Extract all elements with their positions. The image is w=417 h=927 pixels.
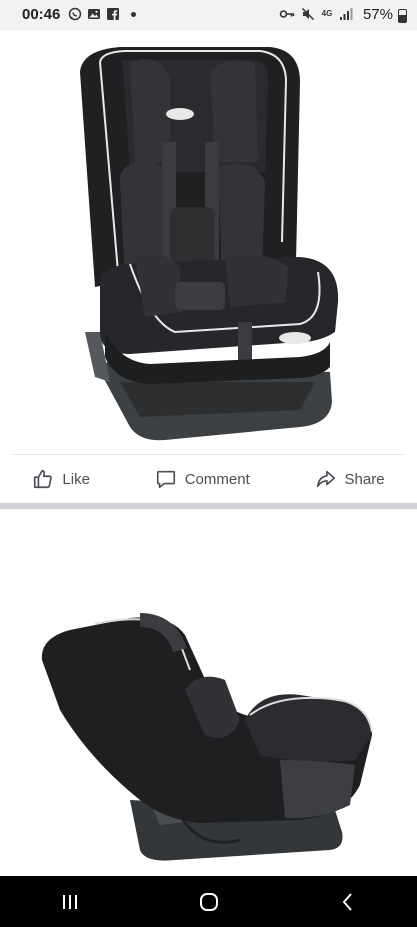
recent-apps-icon — [62, 894, 77, 909]
comment-label: Comment — [184, 470, 250, 488]
status-bar: 00:46 4G 57% — [0, 0, 417, 30]
post-photo-car-seat-front[interactable] — [0, 32, 417, 452]
like-button[interactable]: Like — [32, 468, 90, 490]
share-arrow-icon — [316, 470, 335, 488]
network-type: 4G — [321, 9, 333, 18]
status-icons-right: 4G — [279, 7, 353, 21]
status-icons-left — [68, 7, 136, 21]
back-chevron-icon — [342, 892, 352, 911]
post-separator — [0, 503, 417, 509]
post-action-bar: Like Comment Share — [0, 458, 417, 500]
status-time: 00:46 — [22, 6, 61, 23]
comment-bubble-icon — [156, 470, 175, 489]
share-button[interactable]: Share — [315, 468, 385, 490]
signal-icon — [340, 8, 353, 20]
home-button[interactable] — [179, 882, 239, 922]
post-photo-car-seat-side[interactable] — [0, 520, 417, 878]
action-divider — [12, 454, 405, 455]
whatsapp-icon — [68, 7, 82, 21]
comment-button[interactable]: Comment — [155, 468, 250, 490]
like-label: Like — [62, 470, 90, 488]
battery-percent: 57% — [362, 6, 393, 23]
back-button[interactable] — [318, 882, 378, 922]
mute-icon — [301, 7, 315, 21]
battery-icon — [398, 9, 407, 23]
share-label: Share — [344, 470, 385, 488]
system-nav-bar — [0, 876, 417, 927]
notification-dot — [131, 11, 136, 17]
home-icon — [199, 892, 218, 911]
facebook-icon — [107, 8, 119, 20]
gallery-icon — [88, 9, 100, 19]
thumbs-up-icon — [34, 469, 53, 489]
vpn-key-icon — [279, 10, 295, 18]
recent-apps-button[interactable] — [40, 882, 100, 922]
